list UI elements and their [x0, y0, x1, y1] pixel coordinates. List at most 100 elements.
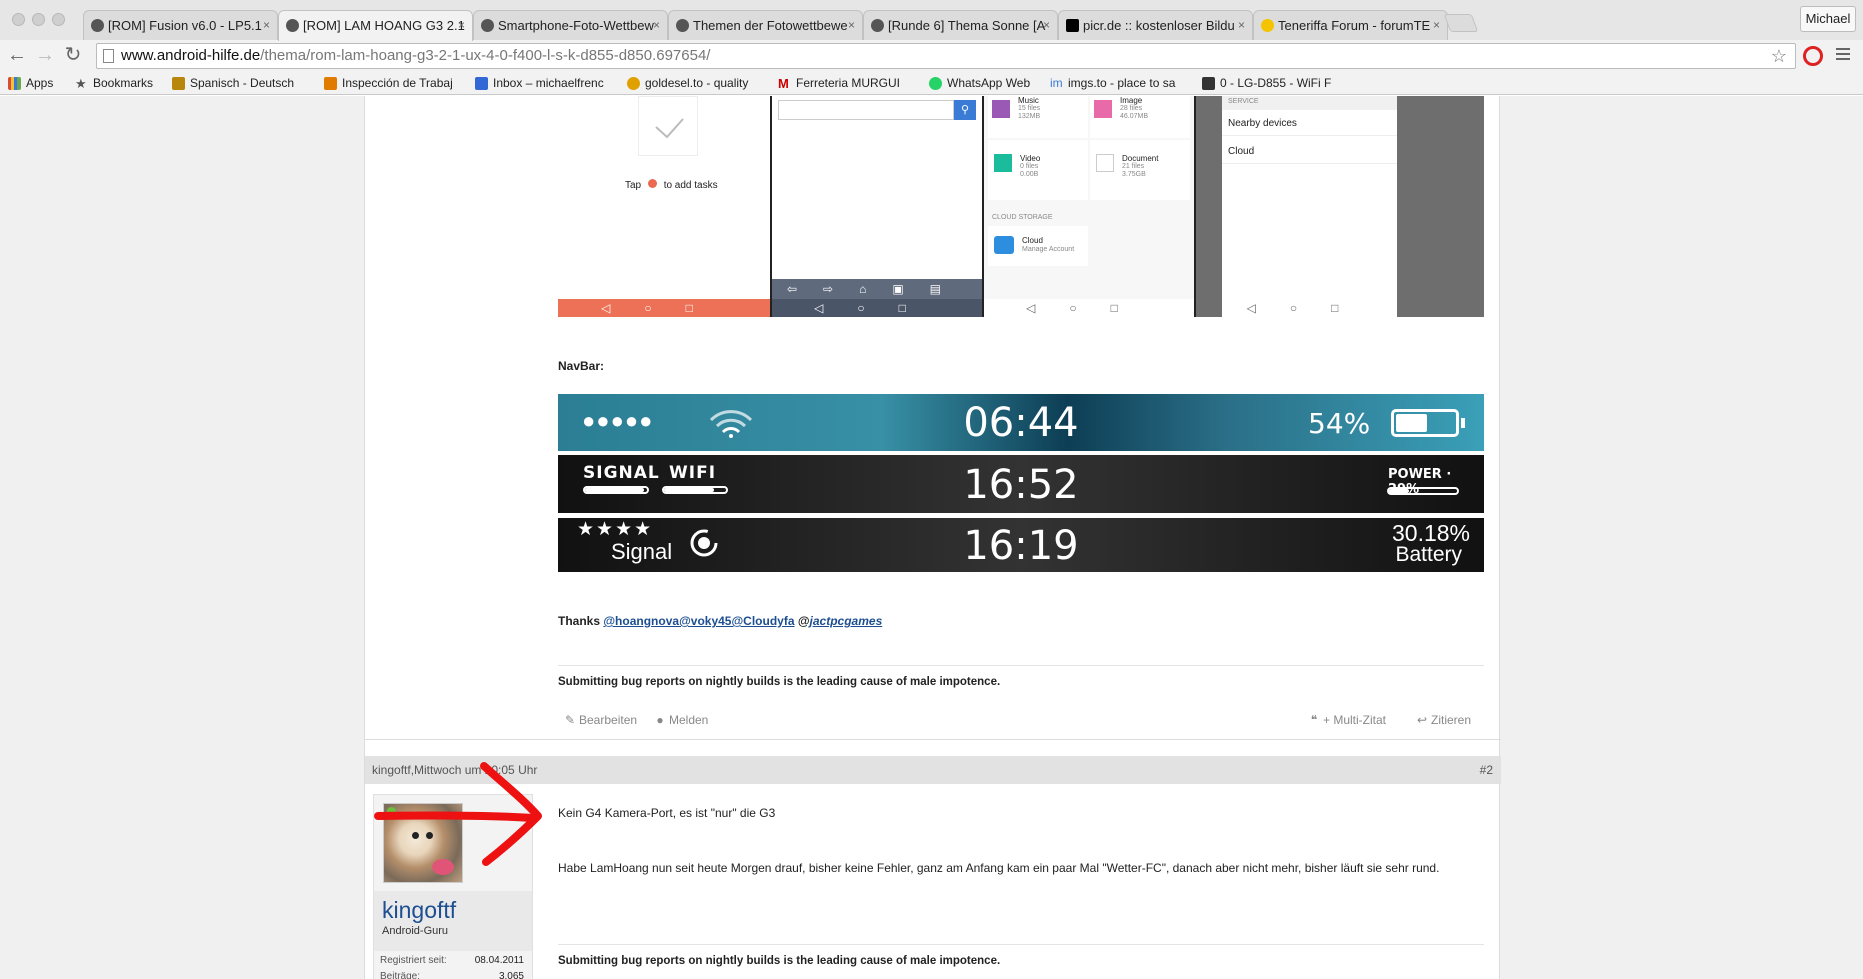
clock-text: 16:19: [963, 523, 1079, 569]
inbox-icon: [475, 77, 488, 90]
android-icon: [91, 19, 104, 32]
tab-fusion[interactable]: [ROM] Fusion v6.0 - LP5.1 ×: [83, 10, 278, 40]
reply-text-1: Kein G4 Kamera-Port, es ist "nur" die G3: [558, 806, 776, 820]
star-icon: ★: [75, 76, 87, 91]
tab-runde-6[interactable]: [Runde 6] Thema Sonne [A ×: [863, 10, 1058, 40]
reply-text-2: Habe LamHoang nun seit heute Morgen drau…: [558, 861, 1440, 875]
bookmarks-bar: Apps ★ Bookmarks Spanisch - Deutsch Inspe…: [0, 72, 1863, 95]
post-number-link[interactable]: #2: [1480, 756, 1493, 784]
smiley-icon: [1261, 19, 1274, 32]
browser-toolbar: ⇦⇨⌂▣▤: [772, 279, 982, 299]
toolbar: ← → ↻ www.android-hilfe.de/thema/rom-lam…: [0, 40, 1863, 72]
video-icon: [994, 154, 1012, 172]
page-viewport[interactable]: Tap to add tasks ◁○□ ⚲ ⇦⇨⌂▣▤ ◁○□ Music 1…: [0, 96, 1863, 979]
bookmark-item[interactable]: goldesel.to - quality: [627, 72, 762, 95]
murgui-icon: M: [778, 76, 789, 91]
close-tab-icon[interactable]: ×: [1043, 11, 1050, 40]
android-nav-bar: ◁○□: [984, 299, 1194, 317]
statusbar-theme-2: SIGNAL WIFI 16:52 POWER · 29%: [558, 455, 1484, 513]
close-tab-icon[interactable]: ×: [1433, 11, 1440, 40]
red-arrow-annotation: [374, 762, 542, 866]
navbar-heading: NavBar:: [558, 359, 605, 373]
close-tab-icon[interactable]: ×: [458, 11, 465, 40]
checkmark-card: [638, 96, 698, 156]
image-tile: Image 28 files 46.07MB: [1090, 96, 1190, 138]
minimize-window-button[interactable]: [32, 13, 45, 26]
bookmark-item[interactable]: Apps: [8, 72, 68, 95]
registered-row: Registriert seit: 08.04.2011: [380, 955, 524, 966]
bookmark-star-icon[interactable]: ☆: [1771, 44, 1787, 68]
close-tab-icon[interactable]: ×: [263, 11, 270, 40]
new-tab-button[interactable]: [1443, 14, 1479, 32]
browser-chrome: [ROM] Fusion v6.0 - LP5.1 × [ROM] LAM HOA…: [0, 0, 1863, 95]
android-icon: [676, 19, 689, 32]
checkmark-icon: [655, 118, 684, 139]
close-tab-icon[interactable]: ×: [848, 11, 855, 40]
zoom-window-button[interactable]: [52, 13, 65, 26]
menu-icon[interactable]: [1836, 46, 1850, 62]
report-button[interactable]: ● Melden: [655, 713, 708, 727]
tab-themen[interactable]: Themen der Fotowettbewe ×: [668, 10, 863, 40]
music-tile: Music 15 files 132MB: [988, 96, 1088, 138]
post-signature: Submitting bug reports on nightly builds…: [558, 676, 1001, 688]
bookmark-item[interactable]: Inbox – michaelfrenc: [475, 72, 610, 95]
mention-link[interactable]: jactpcgames: [810, 614, 883, 628]
cloud-icon: [994, 236, 1014, 254]
posts-row: Beiträge: 3.065: [380, 971, 524, 979]
close-tab-icon[interactable]: ×: [653, 11, 660, 40]
share-screen: SERVICE Nearby devices Cloud ◁○□: [1196, 96, 1484, 317]
pencil-icon: ✎: [565, 713, 576, 727]
back-button[interactable]: ←: [6, 43, 28, 67]
bookmark-item[interactable]: WhatsApp Web: [929, 72, 1039, 95]
goldesel-icon: [627, 77, 640, 90]
forward-button[interactable]: →: [34, 43, 56, 67]
service-panel: SERVICE Nearby devices Cloud: [1222, 96, 1397, 299]
power-meter: [1387, 487, 1459, 495]
bookmark-item[interactable]: Spanisch - Deutsch: [172, 72, 307, 95]
tab-lam-hoang[interactable]: [ROM] LAM HOANG G3 2.1 ×: [278, 10, 473, 41]
mentions-link[interactable]: @hoangnova@voky45@Cloudyfa: [603, 614, 794, 628]
search-icon: ⚲: [954, 100, 976, 120]
rom-screenshots: Tap to add tasks ◁○□ ⚲ ⇦⇨⌂▣▤ ◁○□ Music 1…: [558, 96, 1484, 317]
address-bar[interactable]: www.android-hilfe.de/thema/rom-lam-hoang…: [96, 43, 1796, 69]
android-icon: [871, 19, 884, 32]
android-nav-bar: ◁○□: [558, 299, 770, 317]
profile-button[interactable]: Michael: [1800, 6, 1856, 32]
bookmark-item[interactable]: 0 - LG-D855 - WiFi F: [1202, 72, 1342, 95]
url-host: www.android-hilfe.de: [121, 47, 261, 64]
statusbar-theme-1: ●●●●● 06:44 54%: [558, 394, 1484, 451]
bookmark-item[interactable]: Inspección de Trabaj: [324, 72, 460, 95]
whatsapp-icon: [929, 77, 942, 90]
multiquote-button[interactable]: ❝ + Multi-Zitat: [1309, 713, 1386, 727]
inspection-icon: [324, 77, 337, 90]
document-tile: Document 21 files 3.75GB: [1090, 140, 1190, 200]
tab-strip: [ROM] Fusion v6.0 - LP5.1 × [ROM] LAM HOA…: [0, 0, 1863, 41]
music-icon: [992, 100, 1010, 118]
statusbar-theme-3: ★★★★ Signal 16:19 30.18% Battery: [558, 518, 1484, 572]
clock-text: 16:52: [963, 462, 1079, 508]
bookmark-item[interactable]: ★ Bookmarks: [75, 72, 165, 95]
url-path: /thema/rom-lam-hoang-g3-2-1-ux-4-0-f400-…: [260, 47, 711, 64]
thanks-line: Thanks @hoangnova@voky45@Cloudyfa @jactp…: [558, 614, 883, 628]
bookmark-item[interactable]: M Ferreteria MURGUI: [778, 72, 914, 95]
bookmark-item[interactable]: im imgs.to - place to sa: [1050, 72, 1185, 95]
close-window-button[interactable]: [12, 13, 25, 26]
quote-icon: ❝: [1310, 713, 1318, 727]
document-icon: [1096, 154, 1114, 172]
add-dot-icon: [647, 179, 657, 188]
tab-picr[interactable]: picr.de :: kostenloser Bildu ×: [1058, 10, 1253, 40]
imgs-icon: im: [1050, 76, 1063, 90]
warning-icon: ●: [656, 713, 664, 727]
android-icon: [481, 19, 494, 32]
quote-button[interactable]: ↩ Zitieren: [1417, 713, 1471, 727]
close-tab-icon[interactable]: ×: [1238, 11, 1245, 40]
edit-button[interactable]: ✎ Bearbeiten: [565, 713, 637, 727]
android-nav-bar: ◁○□: [1222, 299, 1397, 317]
username-link[interactable]: kingoftf: [382, 897, 456, 924]
tab-teneriffa[interactable]: Teneriffa Forum - forumTE ×: [1253, 10, 1448, 40]
signature-divider: [558, 665, 1484, 666]
apps-icon: [8, 77, 21, 90]
reload-button[interactable]: ↻: [62, 43, 84, 67]
tab-smartphone-foto[interactable]: Smartphone-Foto-Wettbew ×: [473, 10, 668, 40]
extension-icon[interactable]: [1803, 46, 1823, 66]
